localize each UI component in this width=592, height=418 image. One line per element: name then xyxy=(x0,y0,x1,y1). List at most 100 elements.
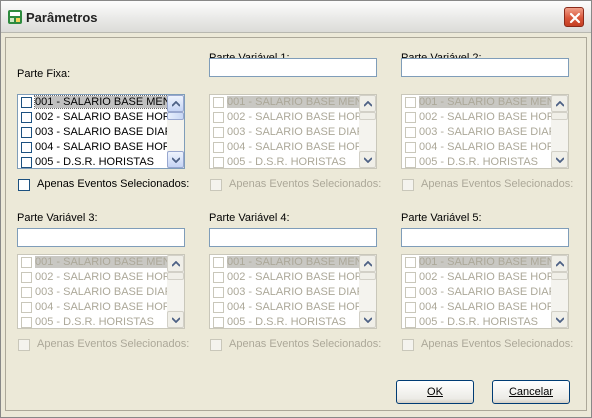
scroll-down-button xyxy=(167,311,184,328)
list-item-label: 005 - D.S.R. HORISTAS xyxy=(35,316,154,328)
list-item-label: 004 - SALARIO BASE HORA xyxy=(419,141,552,153)
list-item-label: 001 - SALARIO BASE MENSALISTAS xyxy=(227,256,360,268)
list-item-label: 002 - SALARIO BASE HORISTAS xyxy=(227,271,360,283)
checkbox-label: Apenas Eventos Selecionados: xyxy=(421,338,574,350)
group-label-5: Parte Variável 5: xyxy=(401,212,482,224)
list-item-label: 002 - SALARIO BASE HORISTAS xyxy=(419,271,552,283)
scroll-thumb[interactable] xyxy=(167,112,184,120)
list-item-label: 004 - SALARIO BASE HORA xyxy=(227,141,360,153)
list-item-checkbox xyxy=(213,317,224,328)
list-item: 002 - SALARIO BASE HORISTAS xyxy=(210,110,360,125)
ok-button-label: OK xyxy=(427,386,443,398)
scroll-up-button[interactable] xyxy=(167,95,184,112)
event-list-items: 001 - SALARIO BASE MENSALISTAS 002 - SALA… xyxy=(18,255,168,328)
group-input-4[interactable] xyxy=(209,228,377,247)
list-item-checkbox xyxy=(213,127,224,138)
dialog-body: Parte Fixa: 001 - SALARIO BASE MENSALISTA… xyxy=(5,37,587,411)
list-item-label: 002 - SALARIO BASE HORISTAS xyxy=(419,111,552,123)
cancel-button[interactable]: Cancelar xyxy=(492,380,570,404)
list-item-checkbox xyxy=(213,157,224,168)
vertical-scrollbar xyxy=(551,255,568,328)
group-label-3: Parte Variável 3: xyxy=(17,212,98,224)
ok-button[interactable]: OK xyxy=(396,380,474,404)
scroll-up-button xyxy=(359,95,376,112)
scroll-up-button xyxy=(167,255,184,272)
scroll-thumb xyxy=(359,112,376,120)
list-item-checkbox xyxy=(405,157,416,168)
list-item: 005 - D.S.R. HORISTAS xyxy=(210,315,360,328)
checkbox-box xyxy=(402,339,414,351)
list-item-checkbox xyxy=(21,317,32,328)
list-item-checkbox[interactable] xyxy=(21,157,32,168)
checkbox-box xyxy=(210,179,222,191)
list-item: 005 - D.S.R. HORISTAS xyxy=(402,315,552,328)
scroll-thumb xyxy=(167,272,184,280)
list-item-label: 004 - SALARIO BASE HORA xyxy=(35,141,168,153)
list-item: 001 - SALARIO BASE MENSALISTAS xyxy=(210,255,360,270)
scroll-thumb xyxy=(359,272,376,280)
list-item-checkbox xyxy=(405,127,416,138)
title-bar[interactable]: Parâmetros xyxy=(1,1,591,33)
vertical-scrollbar[interactable] xyxy=(167,95,184,168)
list-item-checkbox xyxy=(21,302,32,313)
list-item-checkbox xyxy=(213,97,224,108)
list-item-label: 001 - SALARIO BASE MENSALISTAS xyxy=(419,96,552,108)
list-item-checkbox[interactable] xyxy=(21,97,32,108)
group-label-4: Parte Variável 4: xyxy=(209,212,290,224)
list-item-label: 001 - SALARIO BASE MENSALISTAS xyxy=(227,96,360,108)
list-item: 004 - SALARIO BASE HORA xyxy=(402,300,552,315)
list-item-label: 003 - SALARIO BASE DIARISTAS xyxy=(35,286,168,298)
group-input-2[interactable] xyxy=(401,58,569,77)
list-item: 001 - SALARIO BASE MENSALISTAS xyxy=(18,255,168,270)
list-item: 001 - SALARIO BASE MENSALISTAS xyxy=(210,95,360,110)
list-item-checkbox xyxy=(405,257,416,268)
list-item-label: 005 - D.S.R. HORISTAS xyxy=(419,316,538,328)
event-checklist-0[interactable]: 001 - SALARIO BASE MENSALISTAS 002 - SALA… xyxy=(17,94,185,169)
list-item-checkbox xyxy=(213,302,224,313)
list-item-label: 003 - SALARIO BASE DIARISTAS xyxy=(419,126,552,138)
scroll-down-button xyxy=(359,151,376,168)
checkbox-label: Apenas Eventos Selecionados: xyxy=(37,338,190,350)
list-item[interactable]: 002 - SALARIO BASE HORISTAS xyxy=(18,110,168,125)
list-item-checkbox xyxy=(213,257,224,268)
event-checklist-5: 001 - SALARIO BASE MENSALISTAS 002 - SALA… xyxy=(401,254,569,329)
list-item-checkbox[interactable] xyxy=(21,112,32,123)
list-item-label: 002 - SALARIO BASE HORISTAS xyxy=(35,271,168,283)
scroll-down-button[interactable] xyxy=(167,151,184,168)
list-item: 004 - SALARIO BASE HORA xyxy=(18,300,168,315)
checkbox-box xyxy=(18,339,30,351)
list-item: 003 - SALARIO BASE DIARISTAS xyxy=(402,285,552,300)
close-button[interactable] xyxy=(564,7,584,27)
list-item-label: 004 - SALARIO BASE HORA xyxy=(419,301,552,313)
scroll-down-button xyxy=(551,151,568,168)
list-item: 001 - SALARIO BASE MENSALISTAS xyxy=(402,95,552,110)
list-item-checkbox xyxy=(405,97,416,108)
parametros-dialog: Parâmetros Parte Fixa: 001 - SALARIO BASE… xyxy=(0,0,592,418)
scroll-down-button xyxy=(359,311,376,328)
list-item: 002 - SALARIO BASE HORISTAS xyxy=(402,270,552,285)
checkbox-label: Apenas Eventos Selecionados: xyxy=(229,178,382,190)
group-input-1[interactable] xyxy=(209,58,377,77)
list-item-checkbox xyxy=(21,272,32,283)
vertical-scrollbar xyxy=(359,255,376,328)
checkbox-box[interactable] xyxy=(18,179,30,191)
list-item-checkbox[interactable] xyxy=(21,142,32,153)
list-item-label: 005 - D.S.R. HORISTAS xyxy=(419,156,538,168)
list-item[interactable]: 005 - D.S.R. HORISTAS xyxy=(18,155,168,168)
list-item-checkbox xyxy=(213,287,224,298)
group-input-5[interactable] xyxy=(401,228,569,247)
list-item[interactable]: 003 - SALARIO BASE DIARISTAS xyxy=(18,125,168,140)
event-checklist-4: 001 - SALARIO BASE MENSALISTAS 002 - SALA… xyxy=(209,254,377,329)
list-item: 003 - SALARIO BASE DIARISTAS xyxy=(402,125,552,140)
list-item-checkbox xyxy=(213,272,224,283)
list-item: 005 - D.S.R. HORISTAS xyxy=(18,315,168,328)
event-checklist-2: 001 - SALARIO BASE MENSALISTAS 002 - SALA… xyxy=(401,94,569,169)
group-input-3[interactable] xyxy=(17,228,185,247)
list-item[interactable]: 004 - SALARIO BASE HORA xyxy=(18,140,168,155)
list-item-checkbox[interactable] xyxy=(21,127,32,138)
list-item-label: 002 - SALARIO BASE HORISTAS xyxy=(227,111,360,123)
scroll-up-button xyxy=(551,95,568,112)
list-item[interactable]: 001 - SALARIO BASE MENSALISTAS xyxy=(18,95,168,110)
scroll-down-button xyxy=(551,311,568,328)
list-item-label: 003 - SALARIO BASE DIARISTAS xyxy=(227,126,360,138)
